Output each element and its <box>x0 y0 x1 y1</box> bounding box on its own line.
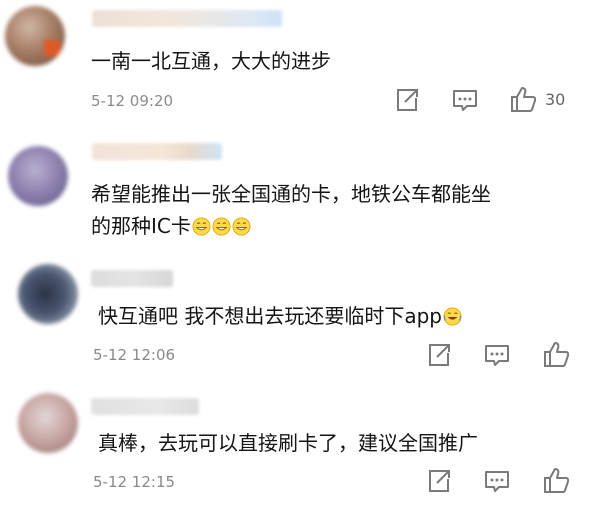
comment-icon[interactable] <box>450 85 480 115</box>
comment-text-line2: 的那种IC卡 <box>91 210 251 242</box>
share-icon[interactable] <box>392 85 422 115</box>
comment-icon[interactable] <box>482 340 512 370</box>
comment-time: 5-12 09:20 <box>91 92 174 110</box>
comment-text: 一南一北互通，大大的进步 <box>91 49 331 73</box>
share-icon[interactable] <box>424 340 454 370</box>
comment-text: 真棒，去玩可以直接刷卡了，建议全国推广 <box>98 431 478 455</box>
username-blurred[interactable] <box>92 143 222 160</box>
grin-emoji-icon <box>192 217 211 236</box>
username-blurred[interactable] <box>91 398 199 415</box>
comment-text-line1: 希望能推出一张全国通的卡，地铁公车都能坐 <box>91 182 491 206</box>
grin-emoji-icon <box>212 217 231 236</box>
comment-text-content: 快互通吧 我不想出去玩还要临时下app <box>98 304 443 328</box>
username-blurred[interactable] <box>92 10 282 27</box>
like-icon[interactable] <box>508 85 538 115</box>
comment-time: 5-12 12:15 <box>93 473 176 491</box>
avatar[interactable] <box>18 264 78 324</box>
like-count: 30 <box>545 90 566 109</box>
comment-text-line2-text: 的那种IC卡 <box>91 214 191 238</box>
comment-icon[interactable] <box>482 466 512 496</box>
like-icon[interactable] <box>541 466 571 496</box>
username-blurred[interactable] <box>91 270 173 287</box>
share-icon[interactable] <box>424 466 454 496</box>
comment-text: 快互通吧 我不想出去玩还要临时下app <box>98 300 462 332</box>
like-icon[interactable] <box>541 340 571 370</box>
comment-time: 5-12 12:06 <box>93 346 176 364</box>
laugh-cry-emoji-icon <box>443 307 462 326</box>
avatar[interactable] <box>5 6 65 66</box>
avatar[interactable] <box>8 146 68 206</box>
avatar[interactable] <box>18 393 78 453</box>
grin-emoji-icon <box>232 217 251 236</box>
